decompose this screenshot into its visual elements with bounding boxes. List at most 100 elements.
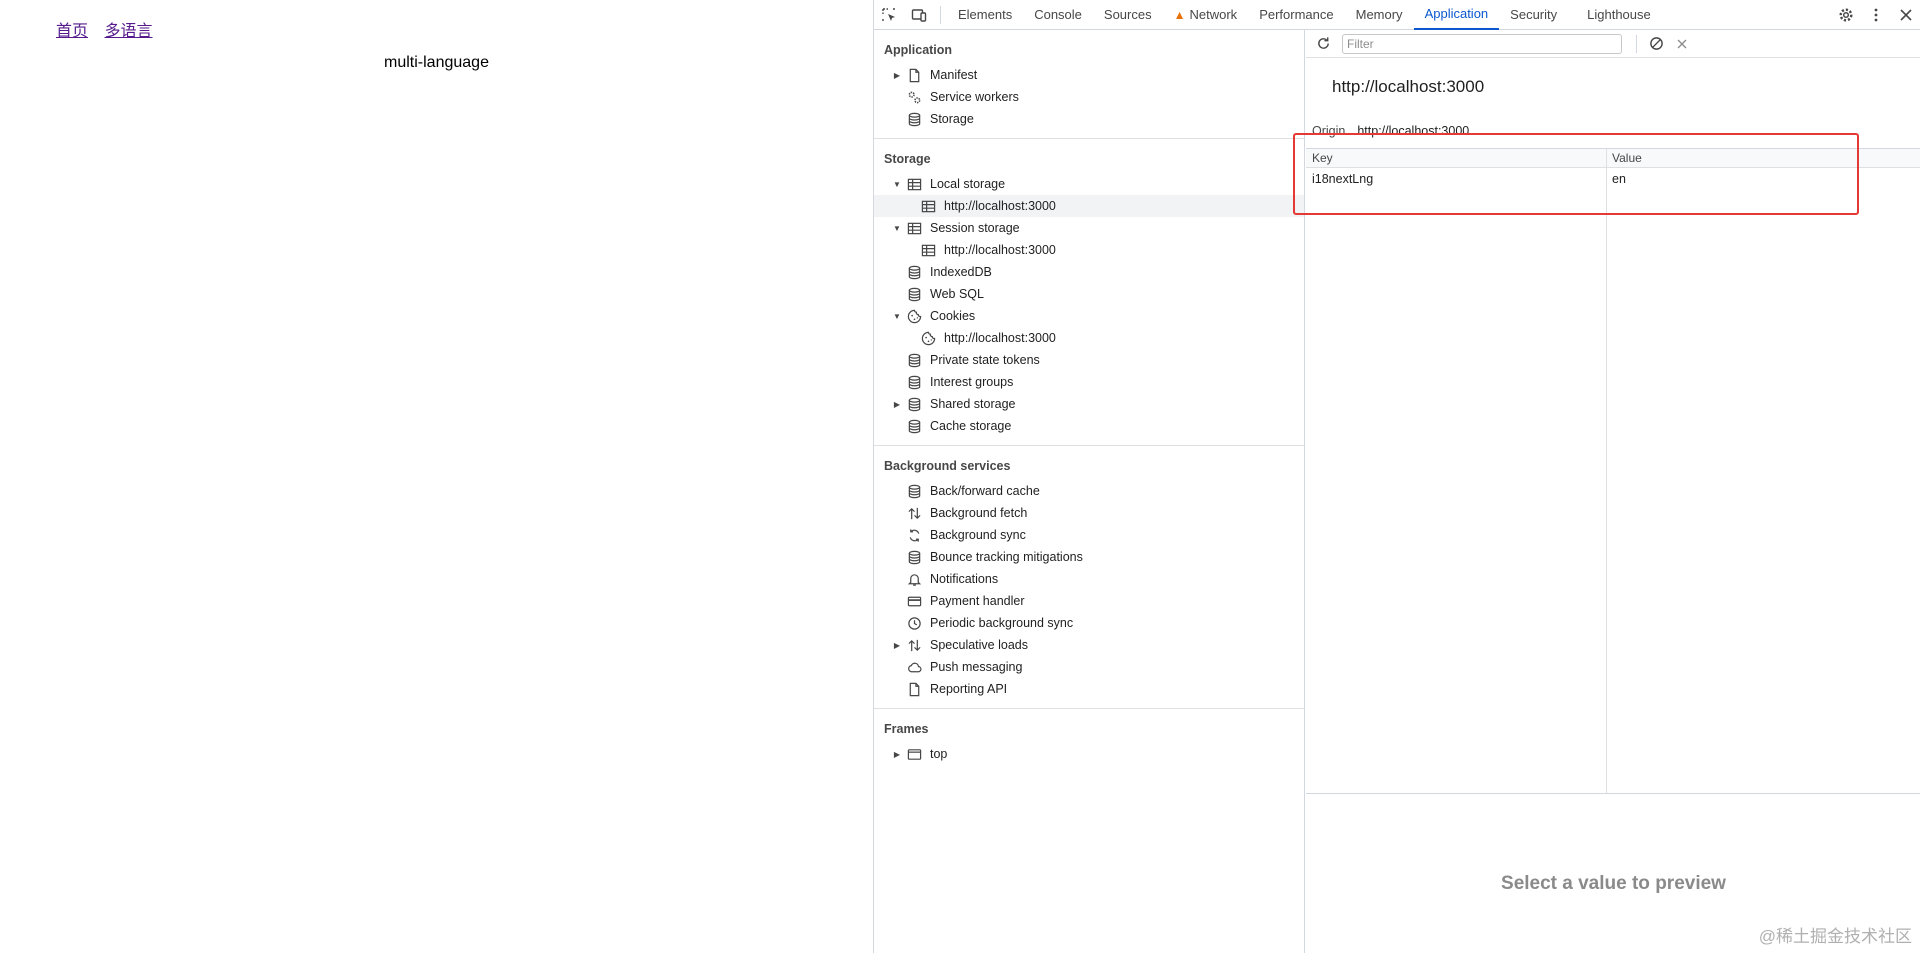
sidebar-item-label: Cookies <box>930 309 976 323</box>
sidebar-item[interactable]: Reporting API <box>874 678 1304 700</box>
arrow-spacer <box>891 485 903 497</box>
tab-memory[interactable]: Memory <box>1345 0 1414 30</box>
column-header-key[interactable]: Key <box>1306 149 1606 167</box>
storage-toolbar <box>1306 30 1920 58</box>
expanded-arrow-icon[interactable]: ▼ <box>891 310 903 322</box>
updown-arrows-icon <box>906 505 922 521</box>
tab-sources[interactable]: Sources <box>1093 0 1163 30</box>
table-header: Key Value <box>1306 149 1920 168</box>
sidebar-item[interactable]: Background sync <box>874 524 1304 546</box>
sidebar-item[interactable]: ▼ Local storage <box>874 173 1304 195</box>
bell-icon <box>906 571 922 587</box>
sidebar-item[interactable]: Push messaging <box>874 656 1304 678</box>
preview-placeholder: Select a value to preview <box>1501 873 1726 894</box>
table-row[interactable]: i18nextLng en <box>1306 168 1920 190</box>
sidebar-item[interactable]: http://localhost:3000 <box>874 195 1304 217</box>
sidebar-item[interactable]: Service workers <box>874 86 1304 108</box>
home-link[interactable]: 首页 <box>56 23 88 40</box>
sidebar-item[interactable]: ▶ Manifest <box>874 64 1304 86</box>
sidebar-item[interactable]: ▼ Cookies <box>874 305 1304 327</box>
sidebar-item-label: Payment handler <box>930 594 1025 608</box>
sidebar-item[interactable]: Cache storage <box>874 415 1304 437</box>
tab-application[interactable]: Application <box>1413 0 1500 30</box>
arrow-spacer <box>891 507 903 519</box>
sidebar-item[interactable]: Notifications <box>874 568 1304 590</box>
screen: 首页 多语言 multi-language Elements Console S… <box>0 0 1920 953</box>
sidebar-item-label: Background sync <box>930 528 1026 542</box>
sidebar-item-label: Local storage <box>930 177 1006 191</box>
sidebar-item[interactable]: Bounce tracking mitigations <box>874 546 1304 568</box>
sidebar-item[interactable]: Private state tokens <box>874 349 1304 371</box>
collapsed-arrow-icon[interactable]: ▶ <box>891 398 903 410</box>
table-icon <box>920 242 936 258</box>
clear-all-icon[interactable] <box>1643 31 1669 57</box>
tab-elements[interactable]: Elements <box>947 0 1023 30</box>
column-header-value[interactable]: Value <box>1606 149 1920 167</box>
arrow-spacer <box>891 354 903 366</box>
sidebar-item[interactable]: ▶ top <box>874 743 1304 765</box>
arrow-spacer <box>891 91 903 103</box>
collapsed-arrow-icon[interactable]: ▶ <box>891 748 903 760</box>
device-toolbar-icon[interactable] <box>904 0 934 30</box>
tab-performance[interactable]: Performance <box>1248 0 1344 30</box>
expanded-arrow-icon[interactable]: ▼ <box>891 178 903 190</box>
sidebar-item[interactable]: Interest groups <box>874 371 1304 393</box>
sidebar-item[interactable]: Storage <box>874 108 1304 130</box>
cell-value[interactable]: en <box>1606 168 1920 190</box>
multi-language-link[interactable]: 多语言 <box>104 23 152 40</box>
sidebar-item-label: Manifest <box>930 68 978 82</box>
cookie-icon <box>920 330 936 346</box>
sidebar-item[interactable]: Background fetch <box>874 502 1304 524</box>
filter-input[interactable] <box>1342 33 1622 54</box>
cell-key[interactable]: i18nextLng <box>1306 168 1606 190</box>
collapsed-arrow-icon[interactable]: ▶ <box>891 69 903 81</box>
sidebar-item-label: Speculative loads <box>930 638 1028 652</box>
storage-table: Key Value i18nextLng en <box>1306 148 1920 794</box>
database-icon <box>906 483 922 499</box>
table-icon <box>920 198 936 214</box>
sidebar-item[interactable]: ▼ Session storage <box>874 217 1304 239</box>
sidebar-item[interactable]: IndexedDB <box>874 261 1304 283</box>
sidebar-item[interactable]: Back/forward cache <box>874 480 1304 502</box>
sidebar-item[interactable]: Payment handler <box>874 590 1304 612</box>
sidebar-section-title: Storage <box>884 152 931 166</box>
delete-selected-icon[interactable] <box>1669 31 1695 57</box>
tabbar-actions <box>1831 0 1920 30</box>
sidebar-item-label: Reporting API <box>930 682 1008 696</box>
sidebar-item[interactable]: http://localhost:3000 <box>874 239 1304 261</box>
sidebar-item[interactable]: http://localhost:3000 <box>874 327 1304 349</box>
sidebar-item-label: http://localhost:3000 <box>944 199 1056 213</box>
tabbar-separator <box>940 5 941 24</box>
sidebar-item[interactable]: ▶ Shared storage <box>874 393 1304 415</box>
table-icon <box>906 220 922 236</box>
expanded-arrow-icon[interactable]: ▼ <box>891 222 903 234</box>
sidebar-section-title: Frames <box>884 722 929 736</box>
devtools-tabbar: Elements Console Sources ▲ Network Perfor… <box>874 0 1920 30</box>
sidebar-section: Storage ▼ Local storage http://localhost:30… <box>874 139 1304 446</box>
sidebar-item-label: Push messaging <box>930 660 1023 674</box>
tab-security[interactable]: Security <box>1499 0 1568 30</box>
tab-network[interactable]: ▲ Network <box>1163 0 1249 30</box>
storage-main-pane: http://localhost:3000 Origin http://loca… <box>1306 30 1920 953</box>
more-options-icon[interactable] <box>1861 0 1891 30</box>
refresh-icon[interactable] <box>1310 31 1336 57</box>
sidebar-item-label: http://localhost:3000 <box>944 243 1056 257</box>
sidebar-item-label: Web SQL <box>930 287 984 301</box>
sidebar-item-label: Back/forward cache <box>930 484 1040 498</box>
arrow-spacer <box>905 244 917 256</box>
sidebar-item[interactable]: ▶ Speculative loads <box>874 634 1304 656</box>
arrow-spacer <box>891 420 903 432</box>
collapsed-arrow-icon[interactable]: ▶ <box>891 639 903 651</box>
sidebar-item[interactable]: Periodic background sync <box>874 612 1304 634</box>
sidebar-item-label: Private state tokens <box>930 353 1040 367</box>
inspect-element-icon[interactable] <box>874 0 904 30</box>
origin-label: Origin <box>1312 123 1346 138</box>
sidebar-item[interactable]: Web SQL <box>874 283 1304 305</box>
database-icon <box>906 352 922 368</box>
arrow-spacer <box>891 529 903 541</box>
close-devtools-icon[interactable] <box>1891 0 1920 30</box>
tab-lighthouse[interactable]: Lighthouse <box>1576 0 1662 30</box>
settings-gear-icon[interactable] <box>1831 0 1861 30</box>
cloud-icon <box>906 659 922 675</box>
tab-console[interactable]: Console <box>1023 0 1093 30</box>
